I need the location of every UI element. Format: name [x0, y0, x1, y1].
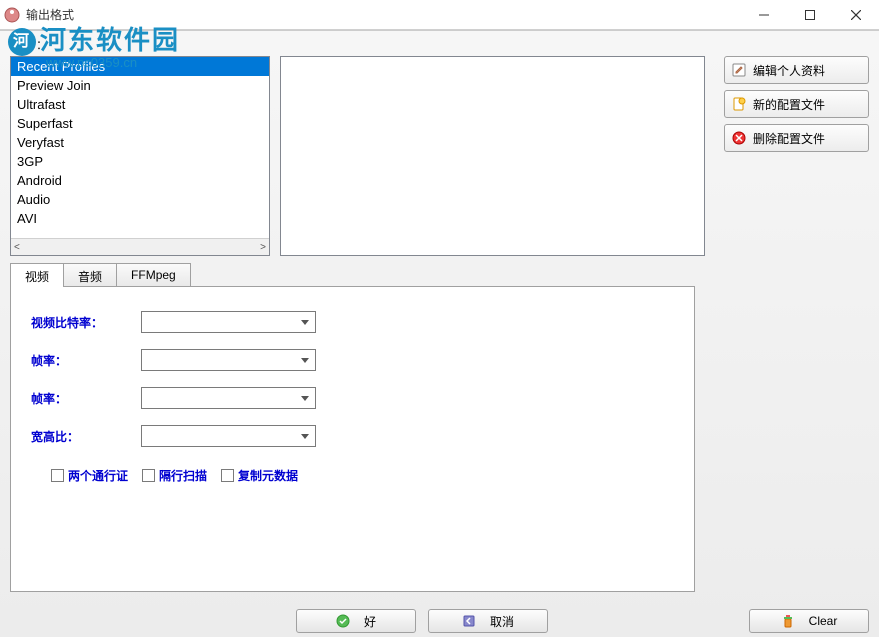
- copy-metadata-checkbox[interactable]: 复制元数据: [221, 467, 298, 484]
- tab-ffmpeg[interactable]: FFMpeg: [116, 263, 191, 287]
- framerate1-label: 帧率：: [31, 352, 141, 369]
- checkbox-icon: [221, 469, 234, 482]
- tab-video[interactable]: 视频: [10, 263, 64, 287]
- horizontal-scrollbar[interactable]: <>: [11, 238, 269, 255]
- edit-icon: [731, 62, 747, 78]
- app-icon: [4, 7, 20, 23]
- two-pass-checkbox[interactable]: 两个通行证: [51, 467, 128, 484]
- profile-item[interactable]: Android: [11, 171, 269, 190]
- delete-profile-button[interactable]: 删除配置文件: [724, 124, 869, 152]
- edit-profile-button[interactable]: 编辑个人资料: [724, 56, 869, 84]
- framerate1-combo[interactable]: [141, 349, 316, 371]
- aspect-ratio-combo[interactable]: [141, 425, 316, 447]
- minimize-button[interactable]: [741, 0, 787, 29]
- new-profile-button[interactable]: 新的配置文件: [724, 90, 869, 118]
- window-title: 输出格式: [26, 6, 741, 23]
- maximize-button[interactable]: [787, 0, 833, 29]
- clear-button[interactable]: Clear: [749, 609, 869, 633]
- check-icon: [336, 614, 350, 628]
- titlebar: 输出格式: [0, 0, 879, 30]
- profile-item[interactable]: AVI: [11, 209, 269, 228]
- interlace-checkbox[interactable]: 隔行扫描: [142, 467, 207, 484]
- framerate2-label: 帧率：: [31, 390, 141, 407]
- intro-label: 首介：: [12, 36, 48, 53]
- main-area: 首介： Recent ProfilesPreview JoinUltrafast…: [0, 30, 879, 637]
- profile-list[interactable]: Recent ProfilesPreview JoinUltrafastSupe…: [10, 56, 270, 256]
- video-bitrate-label: 视频比特率：: [31, 314, 141, 331]
- aspect-ratio-label: 宽高比：: [31, 428, 141, 445]
- clear-icon: [781, 614, 795, 628]
- profile-item[interactable]: Recent Profiles: [11, 57, 269, 76]
- checkbox-icon: [142, 469, 155, 482]
- new-profile-label: 新的配置文件: [753, 96, 825, 113]
- profile-item[interactable]: 3GP: [11, 152, 269, 171]
- tab-audio[interactable]: 音频: [63, 263, 117, 287]
- checkbox-icon: [51, 469, 64, 482]
- profile-item[interactable]: Ultrafast: [11, 95, 269, 114]
- preview-pane: [280, 56, 705, 256]
- new-icon: [731, 96, 747, 112]
- framerate2-combo[interactable]: [141, 387, 316, 409]
- video-bitrate-combo[interactable]: [141, 311, 316, 333]
- ok-button[interactable]: 好: [296, 609, 416, 633]
- cancel-button[interactable]: 取消: [428, 609, 548, 633]
- profile-item[interactable]: Audio: [11, 190, 269, 209]
- tab-content-video: 视频比特率： 帧率： 帧率： 宽高比： 两个通行证: [10, 286, 695, 592]
- delete-icon: [731, 130, 747, 146]
- delete-profile-label: 删除配置文件: [753, 130, 825, 147]
- profile-item[interactable]: Superfast: [11, 114, 269, 133]
- profile-item[interactable]: Veryfast: [11, 133, 269, 152]
- cancel-icon: [462, 614, 476, 628]
- profile-item[interactable]: Preview Join: [11, 76, 269, 95]
- edit-profile-label: 编辑个人资料: [753, 62, 825, 79]
- close-button[interactable]: [833, 0, 879, 29]
